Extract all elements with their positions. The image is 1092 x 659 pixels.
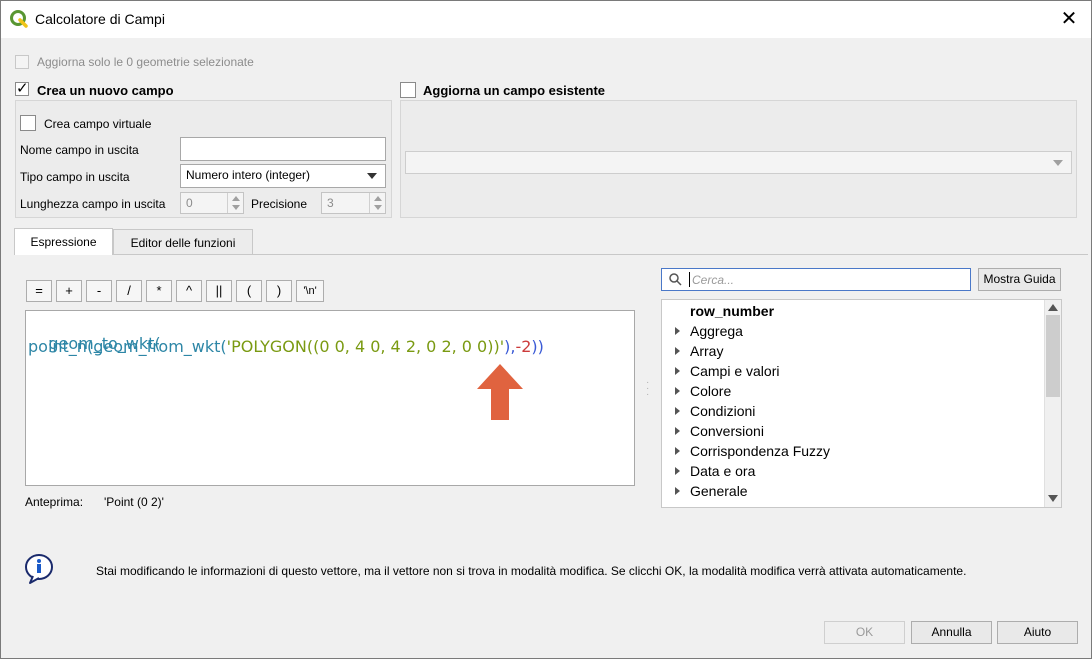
window-title: Calcolatore di Campi [35, 11, 165, 27]
cancel-button[interactable]: Annulla [911, 621, 992, 644]
tree-item-date-time[interactable]: Data e ora [690, 463, 755, 479]
virtual-field-label: Crea campo virtuale [44, 117, 152, 131]
operator-close-paren-button[interactable]: ) [266, 280, 292, 302]
tree-item-fuzzy-matching[interactable]: Corrispondenza Fuzzy [690, 443, 830, 459]
spin-down-icon[interactable] [374, 205, 382, 210]
operator-equals-button[interactable]: = [26, 280, 52, 302]
precision-value: 3 [327, 196, 334, 210]
spin-up-icon[interactable] [374, 196, 382, 201]
expand-arrow-icon[interactable] [675, 487, 680, 495]
tab-divider [113, 254, 1088, 255]
ok-button[interactable]: OK [824, 621, 905, 644]
arrow-up-icon [477, 364, 523, 420]
output-length-label: Lunghezza campo in uscita [20, 197, 166, 211]
update-existing-field-label: Aggiorna un campo esistente [423, 83, 606, 98]
existing-field-combo[interactable] [405, 151, 1072, 174]
preview-value: 'Point (0 2)' [104, 495, 164, 509]
search-icon [669, 273, 682, 286]
expand-arrow-icon[interactable] [675, 407, 680, 415]
text-cursor [689, 272, 690, 287]
tree-item-array[interactable]: Array [690, 343, 723, 359]
expression-line-2: point_n(geom_from_wkt('POLYGON((0 0, 4 0… [28, 337, 544, 356]
preview-label: Anteprima: [25, 495, 84, 509]
tree-item-color[interactable]: Colore [690, 383, 731, 399]
tree-scrollbar[interactable] [1044, 300, 1061, 507]
output-type-combo[interactable]: Numero intero (integer) [180, 164, 386, 188]
tree-item-general[interactable]: Generale [690, 483, 748, 499]
operator-minus-button[interactable]: - [86, 280, 112, 302]
expand-arrow-icon[interactable] [675, 447, 680, 455]
function-search-input[interactable]: Cerca... [661, 268, 971, 291]
expand-arrow-icon[interactable] [675, 347, 680, 355]
expression-editor[interactable]: geom_to_wkt( point_n(geom_from_wkt('POLY… [25, 310, 635, 486]
update-selected-label: Aggiorna solo le 0 geometrie selezionate [37, 55, 254, 69]
tree-item-aggregate[interactable]: Aggrega [690, 323, 743, 339]
output-type-label: Tipo campo in uscita [20, 170, 130, 184]
expand-arrow-icon[interactable] [675, 427, 680, 435]
spin-up-icon[interactable] [232, 196, 240, 201]
operator-newline-button[interactable]: '\n' [296, 280, 324, 302]
qgis-logo-icon [10, 10, 28, 28]
chevron-down-icon [1053, 160, 1063, 166]
expand-arrow-icon[interactable] [675, 387, 680, 395]
output-length-spinbox[interactable]: 0 [180, 192, 244, 214]
tree-item-row-number[interactable]: row_number [690, 303, 774, 319]
help-button[interactable]: Aiuto [997, 621, 1078, 644]
close-button[interactable]: ✕ [1052, 4, 1086, 34]
tree-item-fields-values[interactable]: Campi e valori [690, 363, 779, 379]
operator-plus-button[interactable]: + [56, 280, 82, 302]
expand-arrow-icon[interactable] [675, 467, 680, 475]
create-new-field-checkbox[interactable]: ✓ [15, 80, 29, 97]
info-message: Stai modificando le informazioni di ques… [96, 564, 967, 578]
expand-arrow-icon[interactable] [675, 367, 680, 375]
output-name-label: Nome campo in uscita [20, 143, 139, 157]
spin-down-icon[interactable] [232, 205, 240, 210]
tree-item-conditions[interactable]: Condizioni [690, 403, 755, 419]
operator-multiply-button[interactable]: * [146, 280, 172, 302]
scroll-down-icon[interactable] [1048, 495, 1058, 502]
create-new-field-label: Crea un nuovo campo [37, 83, 174, 98]
tab-function-editor[interactable]: Editor delle funzioni [113, 229, 253, 254]
function-tree[interactable]: row_number Aggrega Array Campi e valori … [661, 299, 1062, 508]
checkmark-icon: ✓ [16, 80, 29, 97]
operator-divide-button[interactable]: / [116, 280, 142, 302]
operator-open-paren-button[interactable]: ( [236, 280, 262, 302]
search-placeholder: Cerca... [692, 273, 735, 287]
precision-label: Precisione [251, 197, 308, 211]
output-type-value: Numero intero (integer) [186, 168, 311, 182]
tab-expression[interactable]: Espressione [14, 228, 113, 255]
precision-spinbox[interactable]: 3 [321, 192, 386, 214]
output-name-input[interactable] [180, 137, 386, 161]
info-icon [25, 554, 53, 584]
virtual-field-checkbox[interactable] [20, 115, 36, 131]
operator-power-button[interactable]: ^ [176, 280, 202, 302]
operator-concat-button[interactable]: || [206, 280, 232, 302]
chevron-down-icon [367, 173, 377, 179]
output-length-value: 0 [186, 196, 193, 210]
scrollbar-thumb[interactable] [1046, 315, 1060, 397]
tree-item-conversions[interactable]: Conversioni [690, 423, 764, 439]
show-help-button[interactable]: Mostra Guida [978, 268, 1061, 291]
expand-arrow-icon[interactable] [675, 327, 680, 335]
update-existing-field-checkbox[interactable] [400, 82, 416, 98]
scroll-up-icon[interactable] [1048, 304, 1058, 311]
update-selected-checkbox[interactable] [15, 55, 29, 69]
splitter-handle[interactable]: · · · [646, 378, 649, 400]
